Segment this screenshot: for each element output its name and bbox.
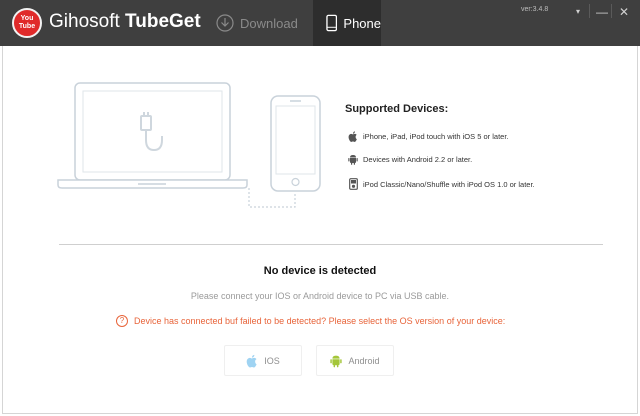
connect-device-illustration (57, 82, 321, 208)
minimize-button[interactable]: — (595, 4, 609, 20)
android-icon (330, 355, 343, 367)
question-icon: ? (116, 315, 128, 327)
app-title: Gihosoft TubeGet (49, 11, 201, 33)
tab-download-label: Download (240, 15, 298, 31)
tab-phone[interactable]: Phone (313, 0, 381, 46)
supported-devices-title: Supported Devices: (345, 103, 449, 115)
supported-device-item: iPhone, iPad, iPod touch with iOS 5 or l… (347, 131, 509, 142)
apple-icon (246, 354, 257, 367)
supported-device-text: Devices with Android 2.2 or later. (363, 155, 473, 164)
download-icon (216, 14, 234, 32)
section-divider (59, 244, 603, 245)
ipod-icon (347, 178, 359, 190)
control-separator (611, 4, 612, 18)
android-icon (347, 154, 359, 165)
close-button[interactable]: ✕ (616, 4, 632, 20)
phone-icon (326, 14, 338, 32)
logo-text: You Tube (18, 15, 36, 30)
supported-device-text: iPod Classic/Nano/Shuffle with iPod OS 1… (363, 179, 535, 189)
warning-text: Device has connected buf failed to be de… (134, 316, 506, 326)
connect-hint: Please connect your IOS or Android devic… (190, 291, 450, 301)
apple-icon (347, 131, 359, 142)
menu-dropdown-button[interactable]: ▾ (571, 4, 585, 20)
android-button-label: Android (348, 355, 380, 366)
control-separator (589, 4, 590, 18)
app-logo: You Tube (12, 8, 42, 38)
no-device-status: No device is detected (263, 265, 377, 277)
tab-phone-label: Phone (343, 15, 381, 31)
supported-device-text: iPhone, iPad, iPod touch with iOS 5 or l… (363, 132, 509, 141)
ios-button[interactable]: IOS (224, 345, 302, 376)
app-title-light: Gihosoft (49, 11, 126, 32)
version-label: ver:3.4.8 (521, 6, 549, 13)
supported-device-item: iPod Classic/Nano/Shuffle with iPod OS 1… (347, 178, 535, 190)
detection-failed-warning: ? Device has connected buf failed to be … (116, 315, 505, 327)
tab-download[interactable]: Download (216, 0, 312, 46)
title-bar: You Tube Gihosoft TubeGet Download Phone… (0, 0, 640, 46)
app-title-bold: TubeGet (125, 11, 201, 32)
android-button[interactable]: Android (316, 345, 394, 376)
supported-device-item: Devices with Android 2.2 or later. (347, 154, 472, 165)
ios-button-label: IOS (264, 355, 280, 366)
